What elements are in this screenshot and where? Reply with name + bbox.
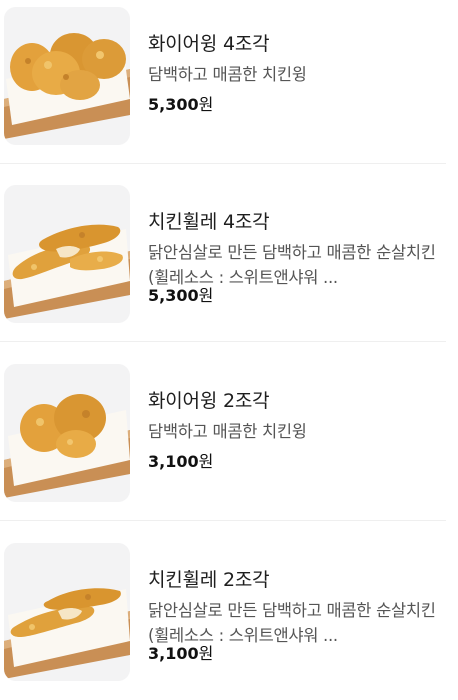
menu-item-description: 담백하고 매콤한 치킨윙 [148,65,307,84]
price-unit: 원 [198,644,214,663]
menu-item-name: 치킨휠레 2조각 [148,569,270,591]
chicken-fillet-image[interactable] [4,185,130,323]
fire-wing-illustration [4,364,130,502]
price-unit: 원 [198,452,214,471]
menu-item[interactable]: 화이어윙 2조각 담백하고 매콤한 치킨윙 3,100원 [0,357,446,521]
menu-item[interactable]: 화이어윙 4조각 담백하고 매콤한 치킨윙 5,300원 [0,0,446,164]
menu-item-name: 치킨휠레 4조각 [148,211,270,233]
chicken-fillet-illustration [4,185,130,323]
price-value: 3,100 [148,644,199,663]
menu-item-price: 3,100원 [148,451,213,473]
menu-item-name: 화이어윙 2조각 [148,390,270,412]
fire-wing-illustration [4,7,130,145]
menu-item[interactable]: 치킨휠레 4조각 닭안심살로 만든 담백하고 매콤한 순살치킨 (휠레소스 : … [0,178,446,342]
menu-item-price: 3,100원 [148,643,213,665]
fire-wing-image[interactable] [4,364,130,502]
fire-wing-image[interactable] [4,7,130,145]
chicken-fillet-illustration [4,543,130,681]
price-unit: 원 [198,95,214,114]
menu-item-description: 닭안심살로 만든 담백하고 매콤한 순살치킨 (휠레소스 : 스위트앤샤워 ..… [148,243,436,287]
menu-item-description: 닭안심살로 만든 담백하고 매콤한 순살치킨 (휠레소스 : 스위트앤샤워 ..… [148,601,436,645]
price-value: 5,300 [148,95,199,114]
menu-item[interactable]: 치킨휠레 2조각 닭안심살로 만든 담백하고 매콤한 순살치킨 (휠레소스 : … [0,536,446,700]
price-value: 5,300 [148,286,199,305]
menu-item-name: 화이어윙 4조각 [148,33,270,55]
menu-item-price: 5,300원 [148,94,213,116]
price-unit: 원 [198,286,214,305]
menu-item-price: 5,300원 [148,285,213,307]
menu-list: 화이어윙 4조각 담백하고 매콤한 치킨윙 5,300원 치킨휠레 4조각 닭안… [0,0,458,681]
price-value: 3,100 [148,452,199,471]
menu-item-description: 담백하고 매콤한 치킨윙 [148,422,307,441]
chicken-fillet-image[interactable] [4,543,130,681]
